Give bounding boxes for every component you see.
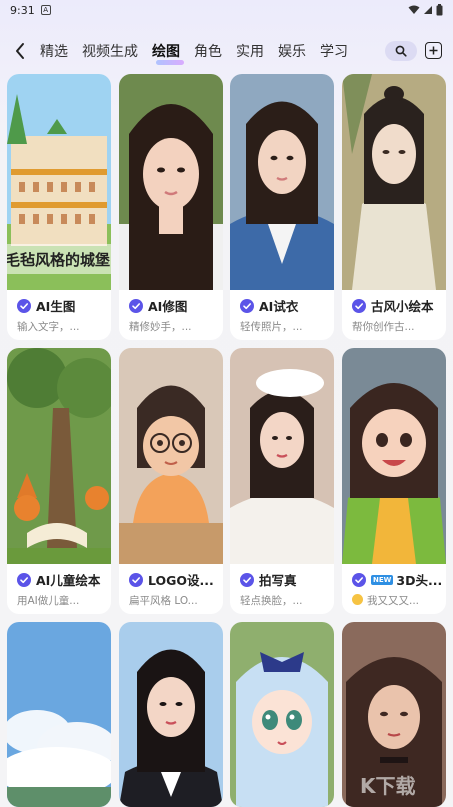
card-title: AI生图 [17, 296, 75, 315]
card-subtitle: 我又又又... [352, 593, 419, 608]
chevron-left-icon [16, 43, 24, 59]
verified-badge-icon [240, 572, 254, 587]
card-title-text: AI试衣 [259, 299, 299, 314]
plus-icon [429, 46, 438, 55]
notification-icon: A [40, 5, 51, 15]
card-ai-image[interactable]: 毛毡风格的城堡 AI生图 输入文字，... [7, 74, 111, 340]
card-thumbnail [119, 622, 223, 807]
tab-drawing-label: 绘图 [152, 44, 180, 60]
card-logo-design[interactable]: LOGO设... 扁平风格 LO... [119, 348, 223, 614]
card-subtitle: 输入文字，... [17, 321, 80, 333]
back-button[interactable] [8, 38, 32, 64]
status-bar: 9:31 A [0, 0, 453, 20]
card-title: AI儿童绘本 [17, 570, 100, 589]
card-subtitle: 轻点换脸，... [240, 595, 303, 607]
card-subtitle: 轻传照片，... [240, 321, 303, 333]
wifi-icon [408, 5, 420, 14]
card-thumbnail [342, 348, 446, 564]
card-thumbnail [7, 348, 111, 564]
tab-bar: 精选 视频生成 绘图 角色 实用 娱乐 学习 [40, 34, 362, 68]
search-icon [395, 45, 407, 57]
tab-learning[interactable]: 学习 [320, 41, 348, 61]
card-title: 古风小绘本 [352, 296, 434, 315]
card-title-text: AI儿童绘本 [36, 573, 101, 588]
card-title: NEW 3D头... [352, 570, 442, 589]
card-thumbnail [119, 74, 223, 290]
tab-characters[interactable]: 角色 [194, 41, 222, 61]
card-subtitle-text: 我又又又... [367, 595, 420, 607]
verified-badge-icon [240, 298, 254, 313]
battery-icon [436, 4, 443, 16]
card-title: AI试衣 [240, 296, 298, 315]
card-title-text: AI修图 [148, 299, 188, 314]
card-ai-tryon[interactable]: AI试衣 轻传照片，... [230, 74, 334, 340]
signal-icon [424, 6, 432, 14]
card-anime-character[interactable] [230, 622, 334, 807]
card-title-text: 3D头... [396, 573, 443, 588]
card-title-text: LOGO设... [148, 573, 214, 588]
status-time: 9:31 [10, 3, 35, 17]
card-subtitle: 帮你创作古... [352, 321, 415, 333]
card-photo-shoot[interactable]: 拍写真 轻点换脸，... [230, 348, 334, 614]
tab-entertainment[interactable]: 娱乐 [278, 41, 306, 61]
card-thumbnail [119, 348, 223, 564]
verified-badge-icon [352, 298, 366, 313]
new-badge: NEW [371, 574, 394, 585]
status-icons [408, 4, 443, 16]
card-thumbnail [230, 74, 334, 290]
verified-badge-icon [17, 298, 31, 313]
card-ai-retouch[interactable]: AI修图 精修妙手，... [119, 74, 223, 340]
card-thumbnail [342, 74, 446, 290]
card-ai-children-book[interactable]: AI儿童绘本 用AI做儿童... [7, 348, 111, 614]
verified-badge-icon [129, 572, 143, 587]
tab-featured[interactable]: 精选 [40, 41, 68, 61]
card-subtitle: 扁平风格 LO... [129, 595, 198, 607]
card-title: AI修图 [129, 296, 187, 315]
card-subtitle: 精修妙手，... [129, 321, 192, 333]
card-title: LOGO设... [129, 570, 214, 589]
card-thumbnail [230, 348, 334, 564]
top-nav: 精选 视频生成 绘图 角色 实用 娱乐 学习 [0, 34, 453, 68]
search-button[interactable] [385, 41, 417, 61]
thumbnail-caption: 毛毡风格的城堡 [7, 244, 111, 274]
card-subtitle: 用AI做儿童... [17, 595, 80, 607]
card-sky-landscape[interactable] [7, 622, 111, 807]
watermark: K下载 [360, 774, 416, 798]
smile-emoji-icon [352, 594, 363, 605]
card-ancient-picturebook[interactable]: 古风小绘本 帮你创作古... [342, 74, 446, 340]
add-button[interactable] [425, 42, 442, 59]
card-thumbnail: 毛毡风格的城堡 [7, 74, 111, 290]
verified-badge-icon [352, 572, 366, 587]
card-id-photo[interactable] [119, 622, 223, 807]
card-title-text: 拍写真 [259, 573, 297, 588]
card-title-text: AI生图 [36, 299, 76, 314]
tab-video-generation[interactable]: 视频生成 [82, 41, 138, 61]
tab-utility[interactable]: 实用 [236, 41, 264, 61]
active-tab-indicator [156, 60, 184, 65]
tab-drawing[interactable]: 绘图 [152, 41, 184, 65]
card-thumbnail [230, 622, 334, 807]
card-thumbnail [7, 622, 111, 807]
card-title: 拍写真 [240, 570, 297, 589]
verified-badge-icon [129, 298, 143, 313]
card-title-text: 古风小绘本 [371, 299, 434, 314]
card-3d-avatar[interactable]: NEW 3D头... 我又又又... [342, 348, 446, 614]
verified-badge-icon [17, 572, 31, 587]
